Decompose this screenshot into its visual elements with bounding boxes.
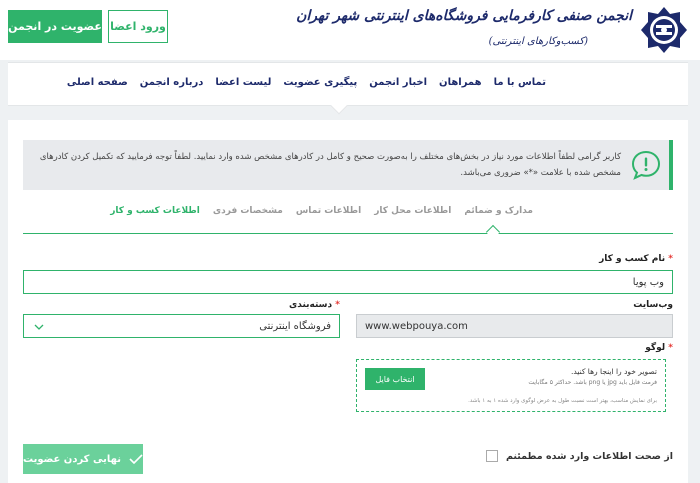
chevron-down-icon (34, 324, 44, 330)
registration-card: کاربر گرامی لطفاً اطلاعات مورد نیاز در ب… (8, 120, 688, 483)
info-notice: کاربر گرامی لطفاً اطلاعات مورد نیاز در ب… (23, 140, 673, 190)
main-navigation: صفحه اصلی درباره انجمن لیست اعضا پیگیری … (8, 62, 688, 106)
website-input[interactable]: www.webpouya.com (356, 314, 673, 338)
nav-item-home[interactable]: صفحه اصلی (67, 77, 128, 88)
required-mark: * (668, 343, 673, 353)
nav-item-members[interactable]: لیست اعضا (215, 77, 271, 88)
finalize-label: نهایی کردن عضویت (23, 453, 121, 465)
website-label: وب‌سایت (633, 300, 673, 310)
choose-file-button[interactable]: انتخاب فایل (365, 368, 425, 390)
notice-text: کاربر گرامی لطفاً اطلاعات مورد نیاز در ب… (39, 152, 621, 178)
nav-item-about[interactable]: درباره انجمن (140, 77, 204, 88)
required-mark: * (335, 300, 340, 310)
tab-business-info[interactable]: اطلاعات کسب و کار (110, 206, 200, 222)
form-tabs: اطلاعات کسب و کار مشخصات فردی اطلاعات تم… (110, 206, 533, 222)
tab-documents[interactable]: مدارک و ضمائم (464, 206, 533, 222)
category-label: * دسته‌بندی (289, 300, 340, 310)
member-login-button[interactable]: ورود اعضا (108, 10, 168, 43)
association-emblem-icon (641, 7, 687, 53)
logo-dropzone[interactable]: انتخاب فایل تصویر خود را اینجا رها کنید.… (356, 359, 666, 412)
required-mark: * (668, 254, 673, 264)
tab-workplace-info[interactable]: اطلاعات محل کار (374, 206, 451, 222)
confirm-label: از صحت اطلاعات وارد شده مطمئنم (505, 450, 673, 462)
join-association-button[interactable]: عضویت در انجمن (8, 10, 102, 43)
dropzone-format-hint: فرمت فایل باید jpg یا png باشد. حداکثر ۵… (528, 379, 657, 386)
nav-item-contact[interactable]: تماس با ما (494, 77, 546, 88)
logo-label: * لوگو (645, 343, 673, 353)
check-icon (129, 454, 143, 464)
nav-item-partners[interactable]: همراهان (439, 77, 482, 88)
top-header: عضویت در انجمن ورود اعضا انجمن صنفی کارف… (0, 0, 700, 60)
logo-subtitle: (کسب‌وکارهای اینترنتی) (488, 36, 588, 47)
alert-chat-icon (631, 150, 661, 180)
category-selected-value: فروشگاه اینترنتی (259, 320, 331, 332)
business-info-form: * نام کسب و کار وب پویا وب‌سایت www.webp… (23, 233, 673, 425)
confirm-accuracy: از صحت اطلاعات وارد شده مطمئنم (485, 450, 673, 462)
nav-list: صفحه اصلی درباره انجمن لیست اعضا پیگیری … (67, 77, 546, 88)
nav-item-news[interactable]: اخبار انجمن (369, 77, 427, 88)
logo-title: انجمن صنفی کارفرمایی فروشگاه‌های اینترنت… (296, 8, 632, 24)
category-select[interactable]: فروشگاه اینترنتی (23, 314, 340, 338)
business-name-input[interactable]: وب پویا (23, 270, 673, 294)
business-name-label: * نام کسب و کار (599, 254, 673, 264)
confirm-checkbox[interactable] (485, 450, 498, 462)
dropzone-instruction: تصویر خود را اینجا رها کنید. (570, 367, 657, 376)
tab-contact-info[interactable]: اطلاعات تماس (296, 206, 361, 222)
logo[interactable]: انجمن صنفی کارفرمایی فروشگاه‌های اینترنت… (296, 4, 688, 56)
tab-personal-info[interactable]: مشخصات فردی (213, 206, 283, 222)
dropzone-ratio-note: برای نمایش مناسب، بهتر است نسبت طول به ع… (468, 398, 657, 404)
nav-item-track-membership[interactable]: پیگیری عضویت (283, 77, 357, 88)
finalize-membership-button[interactable]: نهایی کردن عضویت (23, 444, 143, 474)
